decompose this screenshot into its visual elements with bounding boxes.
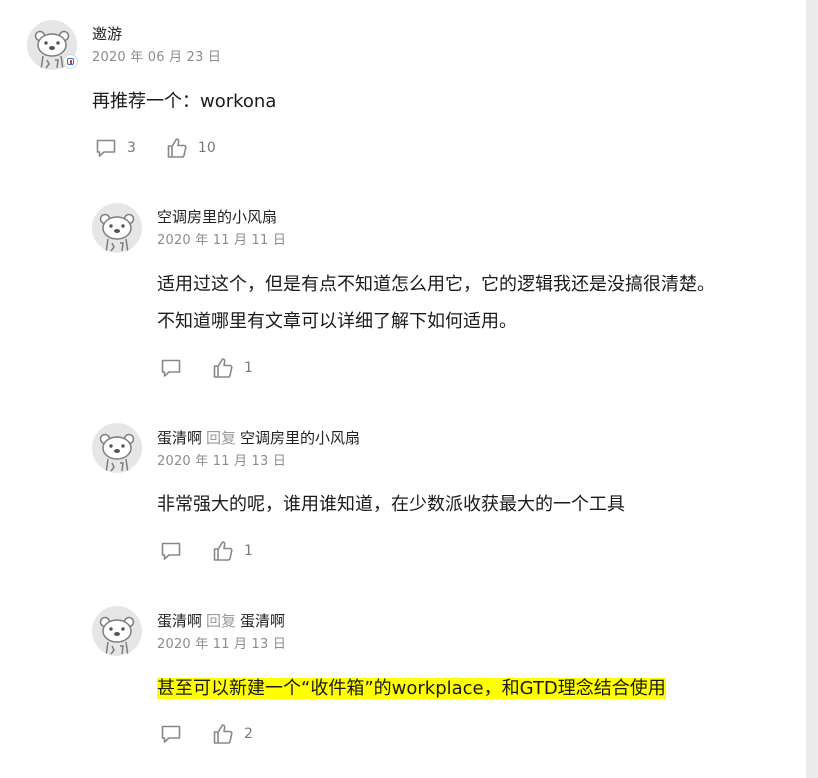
reply-button[interactable]: [160, 357, 182, 379]
author-name[interactable]: 邀游: [92, 25, 122, 43]
comment-date: 2020 年 11 月 13 日: [157, 454, 287, 469]
reply-to-name[interactable]: 空调房里的小风扇: [240, 429, 360, 447]
like-count: 10: [197, 140, 216, 156]
otter-avatar-icon: [99, 213, 135, 253]
comment-text-line: 再推荐一个：workona: [92, 91, 277, 112]
otter-avatar-icon: [99, 616, 135, 656]
like-count: 2: [244, 726, 253, 742]
author-name[interactable]: 空调房里的小风扇: [157, 208, 277, 226]
reply-to-name[interactable]: 蛋清啊: [240, 612, 285, 630]
comment-meta: 蛋清啊 回复 空调房里的小风扇 2020 年 11 月 13 日: [157, 427, 360, 471]
comment-date: 2020 年 11 月 13 日: [157, 637, 287, 652]
comment-text-line: 不知道哪里有文章可以详细了解下如何适用。: [157, 311, 517, 332]
comment-date: 2020 年 11 月 11 日: [157, 233, 287, 248]
otter-avatar-icon: [99, 433, 135, 473]
like-count: 1: [244, 543, 253, 559]
thumbs-up-icon: [213, 358, 233, 378]
comment-meta: 空调房里的小风扇 2020 年 11 月 11 日: [157, 207, 286, 250]
comment-body: 非常强大的呢，谁用谁知道，在少数派收获最大的一个工具: [157, 486, 625, 523]
reply-button[interactable]: [160, 723, 182, 745]
like-button[interactable]: 10: [166, 137, 216, 159]
user-avatar[interactable]: [92, 203, 142, 253]
comment-actions: 1: [160, 356, 283, 380]
comment-text-line: 适用过这个，但是有点不知道怎么用它，它的逻辑我还是没搞很清楚。: [157, 274, 715, 295]
comment-text-line: 非常强大的呢，谁用谁知道，在少数派收获最大的一个工具: [157, 494, 625, 515]
author-name[interactable]: 蛋清啊: [157, 612, 202, 630]
comment-meta: 邀游 2020 年 06 月 23 日: [92, 24, 221, 67]
comment-body: 再推荐一个：workona: [92, 83, 276, 120]
comment-meta: 蛋清啊 回复 蛋清啊 2020 年 11 月 13 日: [157, 610, 286, 654]
reply-button[interactable]: [160, 540, 182, 562]
comment-bubble-icon: [161, 359, 181, 377]
comment-actions: 2: [160, 722, 283, 746]
like-button[interactable]: 1: [212, 357, 253, 379]
comment-actions: 1: [160, 539, 283, 563]
comment-body: 适用过这个，但是有点不知道怎么用它，它的逻辑我还是没搞很清楚。 不知道哪里有文章…: [157, 266, 715, 340]
user-avatar[interactable]: [92, 606, 142, 656]
verified-badge-icon: [63, 54, 78, 69]
thumbs-up-icon: [167, 138, 187, 158]
highlighted-text: 甚至可以新建一个“收件箱”的workplace，和GTD理念结合使用: [157, 678, 666, 699]
comment-bubble-icon: [96, 139, 116, 157]
thumbs-up-icon: [213, 724, 233, 744]
reply-label: 回复: [206, 612, 237, 630]
comment-actions: 3 10: [95, 136, 246, 160]
comment-panel: 邀游 2020 年 06 月 23 日 再推荐一个：workona 3 10 空…: [0, 0, 806, 778]
reply-button[interactable]: 3: [95, 137, 136, 159]
comment-body: 甚至可以新建一个“收件箱”的workplace，和GTD理念结合使用: [157, 670, 666, 707]
reply-label: 回复: [206, 429, 237, 447]
thumbs-up-icon: [213, 541, 233, 561]
like-button[interactable]: 1: [212, 540, 253, 562]
comment-date: 2020 年 06 月 23 日: [92, 50, 222, 65]
like-count: 1: [244, 360, 253, 376]
comment-bubble-icon: [161, 725, 181, 743]
author-name[interactable]: 蛋清啊: [157, 429, 202, 447]
user-avatar[interactable]: [92, 423, 142, 473]
comment-bubble-icon: [161, 542, 181, 560]
comment-count: 3: [127, 140, 136, 156]
like-button[interactable]: 2: [212, 723, 253, 745]
